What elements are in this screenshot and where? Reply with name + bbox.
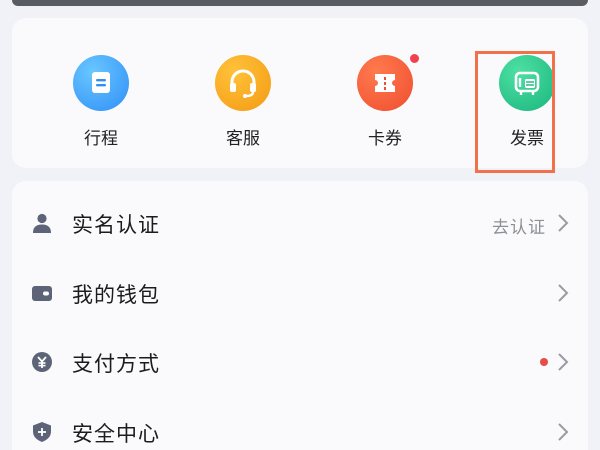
wallet-icon [31,282,53,304]
new-indicator-dot [540,358,548,366]
menu-item-status-text: 去认证 [492,218,546,238]
chevron-right-icon [556,422,570,442]
my-account-screen: 行程 客服 卡券 发票 实名认证 去认证 我的钱包 支付方式 安全中心 [0,0,600,450]
quick-action-label: 卡券 [368,129,402,149]
menu-item-payment-methods[interactable]: 支付方式 [12,326,588,396]
account-menu-list: 实名认证 去认证 我的钱包 支付方式 安全中心 [12,181,588,450]
menu-item-my-wallet[interactable]: 我的钱包 [12,257,588,327]
chevron-right-icon [556,213,570,233]
shield-icon [31,421,53,443]
headset-icon [215,55,271,111]
chevron-right-icon [556,352,570,372]
menu-item-label: 我的钱包 [72,283,160,307]
quick-action-label: 行程 [84,129,118,149]
header-edge [12,0,588,6]
itinerary-icon [73,55,129,111]
quick-action-coupons[interactable]: 卡券 [330,18,440,168]
menu-item-label: 支付方式 [72,352,160,376]
coupon-icon [357,55,413,111]
yuan-icon [31,351,53,373]
quick-action-itinerary[interactable]: 行程 [46,18,156,168]
quick-action-customer-service[interactable]: 客服 [188,18,298,168]
notification-badge [410,54,419,63]
chevron-right-icon [556,283,570,303]
menu-item-label: 实名认证 [72,213,160,237]
invoice-highlight-frame [475,51,555,173]
quick-action-label: 客服 [226,129,260,149]
menu-item-security-center[interactable]: 安全中心 [12,396,588,450]
menu-item-real-name-verification[interactable]: 实名认证 去认证 [12,187,588,257]
user-icon [31,212,53,234]
menu-item-label: 安全中心 [72,422,160,446]
